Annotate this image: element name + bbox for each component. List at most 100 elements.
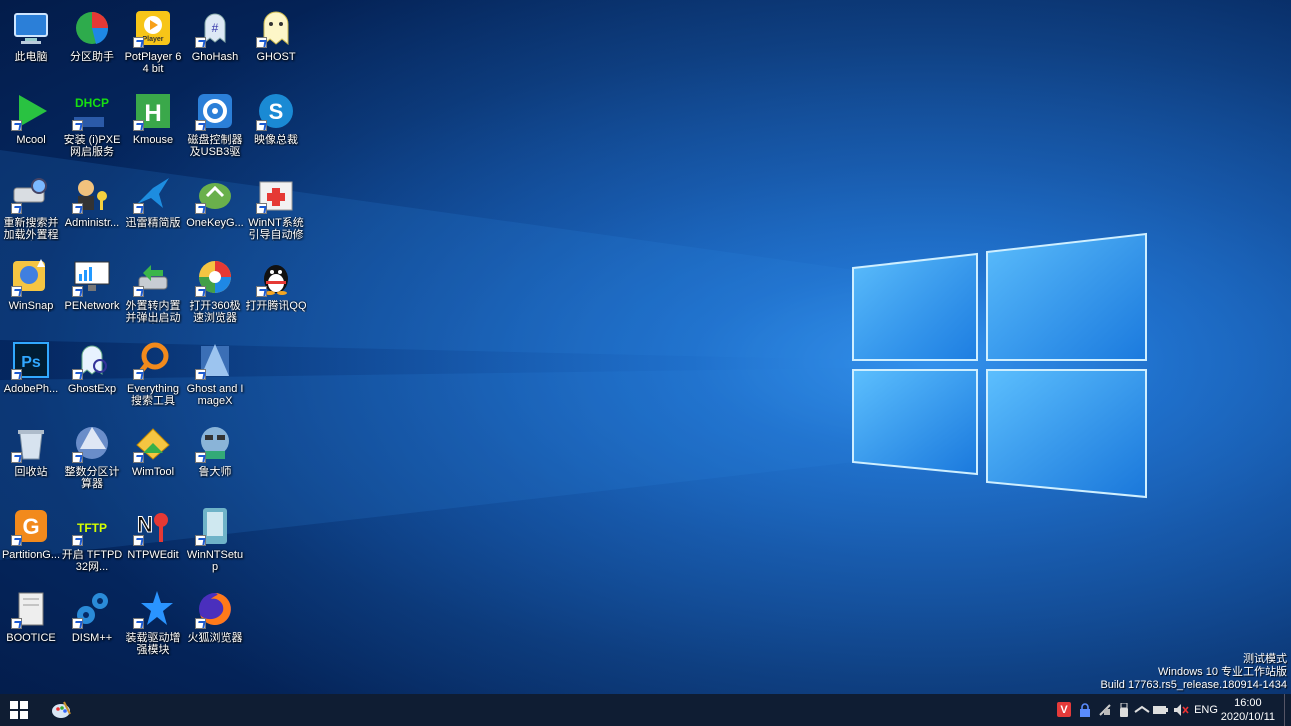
shortcut-arrow-icon [195, 286, 206, 297]
ghost-imagex-icon [195, 340, 235, 380]
desktop-icon[interactable]: 火狐浏览器 [184, 585, 246, 665]
desktop-icon[interactable]: N NTPWEdit [122, 502, 184, 582]
desktop-icon[interactable]: Ghost and ImageX [184, 336, 246, 416]
shortcut-arrow-icon [195, 37, 206, 48]
ludashi-icon [195, 423, 235, 463]
shortcut-arrow-icon [11, 286, 22, 297]
desktop-icon[interactable]: BOOTICE [0, 585, 62, 665]
desktop-icon-label: 此电脑 [14, 51, 48, 63]
desktop-icon-label: PartitionG... [1, 549, 61, 561]
desktop-icon[interactable]: 装载驱动增强模块 [122, 585, 184, 665]
tray-language-indicator[interactable]: ENG [1193, 702, 1219, 718]
dhcp-icon: DHCP [72, 91, 112, 131]
desktop-icon[interactable]: DISM++ [61, 585, 123, 665]
sgi-icon: S [256, 91, 296, 131]
watermark-line-1: 测试模式 [1243, 653, 1287, 665]
desktop-icon[interactable]: 整数分区计算器 [61, 419, 123, 499]
desktop-icon[interactable]: H Kmouse [122, 87, 184, 167]
desktop-icon-label: PotPlayer 64 bit [124, 51, 182, 75]
desktop-icon[interactable]: WinSnap [0, 253, 62, 333]
desktop-icon-label: 开启 TFTPD32网... [61, 549, 123, 573]
desktop-icon[interactable]: 迅雷精简版 [122, 170, 184, 250]
desktop-icon[interactable]: 外置转内置并弹出启动盘 [122, 253, 184, 333]
shortcut-arrow-icon [256, 286, 267, 297]
windows-logo-icon [10, 701, 28, 719]
desktop-icon[interactable]: Player PotPlayer 64 bit [122, 4, 184, 84]
shortcut-arrow-icon [195, 120, 206, 131]
desktop-icon[interactable]: 打开360极速浏览器 [184, 253, 246, 333]
desktop-icon[interactable]: Ps AdobePh... [0, 336, 62, 416]
desktop-icon-label: Ghost and ImageX [186, 383, 244, 407]
desktop-icon-label: 外置转内置并弹出启动盘 [125, 300, 181, 324]
desktop-icon[interactable]: Administr... [61, 170, 123, 250]
user-key-icon [72, 174, 112, 214]
desktop-icon[interactable]: 磁盘控制器及USB3驱动... [184, 87, 246, 167]
desktop-icon-label: NTPWEdit [127, 549, 179, 561]
tray-lock-icon[interactable] [1077, 702, 1093, 718]
desktop-icon[interactable]: DHCP 安装 (i)PXE 网启服务 [61, 87, 123, 167]
desktop-icon[interactable]: OneKeyG... [184, 170, 246, 250]
desktop-icon-label: 火狐浏览器 [187, 632, 243, 644]
svg-text:N: N [137, 512, 153, 537]
everything-search-icon [133, 340, 173, 380]
desktop-icon[interactable]: 回收站 [0, 419, 62, 499]
shortcut-arrow-icon [133, 120, 144, 131]
desktop-icon[interactable]: WimTool [122, 419, 184, 499]
shortcut-arrow-icon [72, 535, 83, 546]
gear-settings-icon [195, 91, 235, 131]
desktop-icon[interactable]: # GhoHash [184, 4, 246, 84]
taskbar-clock[interactable]: 16:00 2020/10/11 [1221, 696, 1275, 724]
shortcut-arrow-icon [72, 203, 83, 214]
desktop-icon-label: Administr... [64, 217, 120, 229]
clock-date: 2020/10/11 [1220, 711, 1275, 723]
desktop-icon-label: 安装 (i)PXE 网启服务 [63, 134, 121, 158]
desktop-icon[interactable]: 此电脑 [0, 4, 62, 84]
desktop-icon-label: Mcool [16, 134, 46, 146]
desktop-icon-label: 磁盘控制器及USB3驱动... [187, 134, 243, 158]
desktop-icon[interactable]: TFTP 开启 TFTPD32网... [61, 502, 123, 582]
play-arrow-icon [11, 91, 51, 131]
desktop-icon[interactable]: GHOST [245, 4, 307, 84]
desktop-icon[interactable]: PENetwork [61, 253, 123, 333]
icon-badge-text: DHCP [75, 96, 109, 110]
desktop-icon[interactable]: Mcool [0, 87, 62, 167]
tray-vpn-badge[interactable]: V [1057, 702, 1071, 717]
desktop-icon[interactable]: 鲁大师 [184, 419, 246, 499]
start-button[interactable] [0, 694, 38, 726]
desktop-icon[interactable]: Everything搜索工具 [122, 336, 184, 416]
desktop-icon-label: 整数分区计算器 [64, 466, 120, 490]
ghost-icon [256, 8, 296, 48]
desktop-icon-label: BOOTICE [6, 632, 56, 644]
tray-usb-icon[interactable] [1116, 702, 1132, 718]
desktop-icon[interactable]: G PartitionG... [0, 502, 62, 582]
desktop-icon[interactable]: GhostExp [61, 336, 123, 416]
desktop-icon[interactable]: WinNT系统引导自动修复 [245, 170, 307, 250]
kmouse-icon: H [133, 91, 173, 131]
taskbar-pinned-app[interactable] [44, 694, 78, 726]
desktop-icon-label: 鲁大师 [198, 466, 232, 478]
desktop-icon[interactable]: S 映像总裁 [245, 87, 307, 167]
ghost-explorer-icon [72, 340, 112, 380]
svg-text:#: # [212, 21, 219, 35]
icon-badge-text: Player [142, 36, 163, 43]
recycle-bin-icon [11, 423, 51, 463]
show-desktop-button[interactable] [1284, 694, 1291, 726]
tray-network-icon[interactable] [1134, 702, 1150, 718]
desktop-icon[interactable]: WinNTSetup [184, 502, 246, 582]
watermark-line-3: Build 17763.rs5_release.180914-1434 [1100, 679, 1287, 691]
tray-battery-icon[interactable] [1153, 702, 1169, 718]
desktop-icon[interactable]: 分区助手 [61, 4, 123, 84]
tray-safely-remove-icon[interactable] [1097, 702, 1113, 718]
first-aid-icon [256, 174, 296, 214]
tray-volume-muted-icon[interactable] [1173, 702, 1189, 718]
desktop[interactable]: 此电脑 Mcool 重新搜索并加载外置程序 WinSnap Ps AdobePh... 回收… [0, 0, 1291, 694]
desktop-icon-label: 打开腾讯QQ [245, 300, 307, 312]
onekey-ghost-icon [195, 174, 235, 214]
ntpwedit-icon: N [133, 506, 173, 546]
desktop-icon-label: GhoHash [191, 51, 239, 63]
desktop-icon[interactable]: 重新搜索并加载外置程序 [0, 170, 62, 250]
shortcut-arrow-icon [256, 37, 267, 48]
ghohash-icon: # [195, 8, 235, 48]
desktop-icon[interactable]: 打开腾讯QQ [245, 253, 307, 333]
thunder-bird-icon [133, 174, 173, 214]
